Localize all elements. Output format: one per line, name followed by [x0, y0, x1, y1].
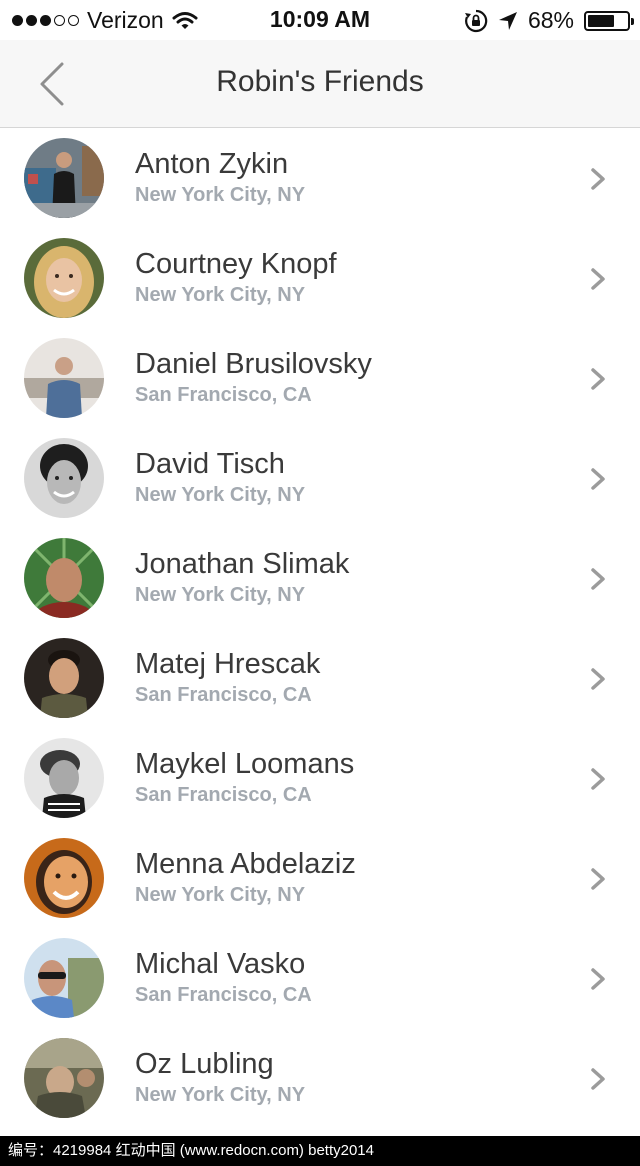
watermark-footer: 编号：4219984 红动中国 (www.redocn.com) betty20…	[0, 1136, 640, 1166]
friend-location: New York City, NY	[135, 584, 306, 606]
friend-location: New York City, NY	[135, 1084, 306, 1106]
friend-name: Jonathan Slimak	[135, 548, 350, 580]
chevron-right-icon	[591, 668, 605, 690]
chevron-right-icon	[591, 468, 605, 490]
friend-name: Matej Hrescak	[135, 648, 321, 680]
friend-name: Oz Lubling	[135, 1048, 274, 1080]
chevron-right-icon	[591, 168, 605, 190]
chevron-right-icon	[591, 1068, 605, 1090]
friend-row[interactable]: Anton Zykin New York City, NY	[0, 128, 640, 228]
friend-name: Anton Zykin	[135, 148, 289, 180]
navigation-bar: Robin's Friends	[0, 40, 640, 128]
friend-location: San Francisco, CA	[135, 784, 312, 806]
friend-name: Menna Abdelaziz	[135, 848, 356, 880]
friend-row[interactable]: Oz Lubling New York City, NY	[0, 1028, 640, 1128]
friend-name: Maykel Loomans	[135, 748, 355, 780]
friend-location: New York City, NY	[135, 884, 306, 906]
rotation-lock-icon	[464, 9, 488, 32]
avatar	[24, 938, 104, 1018]
chevron-right-icon	[591, 568, 605, 590]
status-right: 68%	[464, 7, 634, 34]
avatar	[24, 138, 104, 218]
avatar	[24, 338, 104, 418]
friends-list: Anton Zykin New York City, NY Courtney K…	[0, 128, 640, 1128]
chevron-right-icon	[591, 868, 605, 890]
friend-row[interactable]: Maykel Loomans San Francisco, CA	[0, 728, 640, 828]
location-arrow-icon	[498, 11, 517, 30]
friend-location: San Francisco, CA	[135, 984, 312, 1006]
friend-row[interactable]: Matej Hrescak San Francisco, CA	[0, 628, 640, 728]
friend-row[interactable]: Menna Abdelaziz New York City, NY	[0, 828, 640, 928]
friend-row[interactable]: Daniel Brusilovsky San Francisco, CA	[0, 328, 640, 428]
friend-name: David Tisch	[135, 448, 285, 480]
avatar	[24, 538, 104, 618]
chevron-right-icon	[591, 768, 605, 790]
friend-name: Michal Vasko	[135, 948, 306, 980]
friend-location: San Francisco, CA	[135, 384, 312, 406]
battery-icon	[584, 10, 634, 31]
friend-location: New York City, NY	[135, 284, 306, 306]
chevron-right-icon	[591, 368, 605, 390]
friend-row[interactable]: Michal Vasko San Francisco, CA	[0, 928, 640, 1028]
chevron-right-icon	[591, 268, 605, 290]
avatar	[24, 1038, 104, 1118]
friend-name: Daniel Brusilovsky	[135, 348, 372, 380]
battery-percent: 68%	[527, 7, 574, 33]
avatar	[24, 238, 104, 318]
avatar	[24, 438, 104, 518]
avatar	[24, 638, 104, 718]
friend-location: New York City, NY	[135, 184, 306, 206]
status-bar: Verizon 10:09 AM 68%	[0, 0, 640, 40]
chevron-right-icon	[591, 968, 605, 990]
friend-name: Courtney Knopf	[135, 248, 337, 280]
friend-location: New York City, NY	[135, 484, 306, 506]
avatar	[24, 838, 104, 918]
friend-row[interactable]: Jonathan Slimak New York City, NY	[0, 528, 640, 628]
friend-location: San Francisco, CA	[135, 684, 312, 706]
avatar	[24, 738, 104, 818]
friend-row[interactable]: David Tisch New York City, NY	[0, 428, 640, 528]
page-title: Robin's Friends	[216, 65, 424, 98]
friend-row[interactable]: Courtney Knopf New York City, NY	[0, 228, 640, 328]
